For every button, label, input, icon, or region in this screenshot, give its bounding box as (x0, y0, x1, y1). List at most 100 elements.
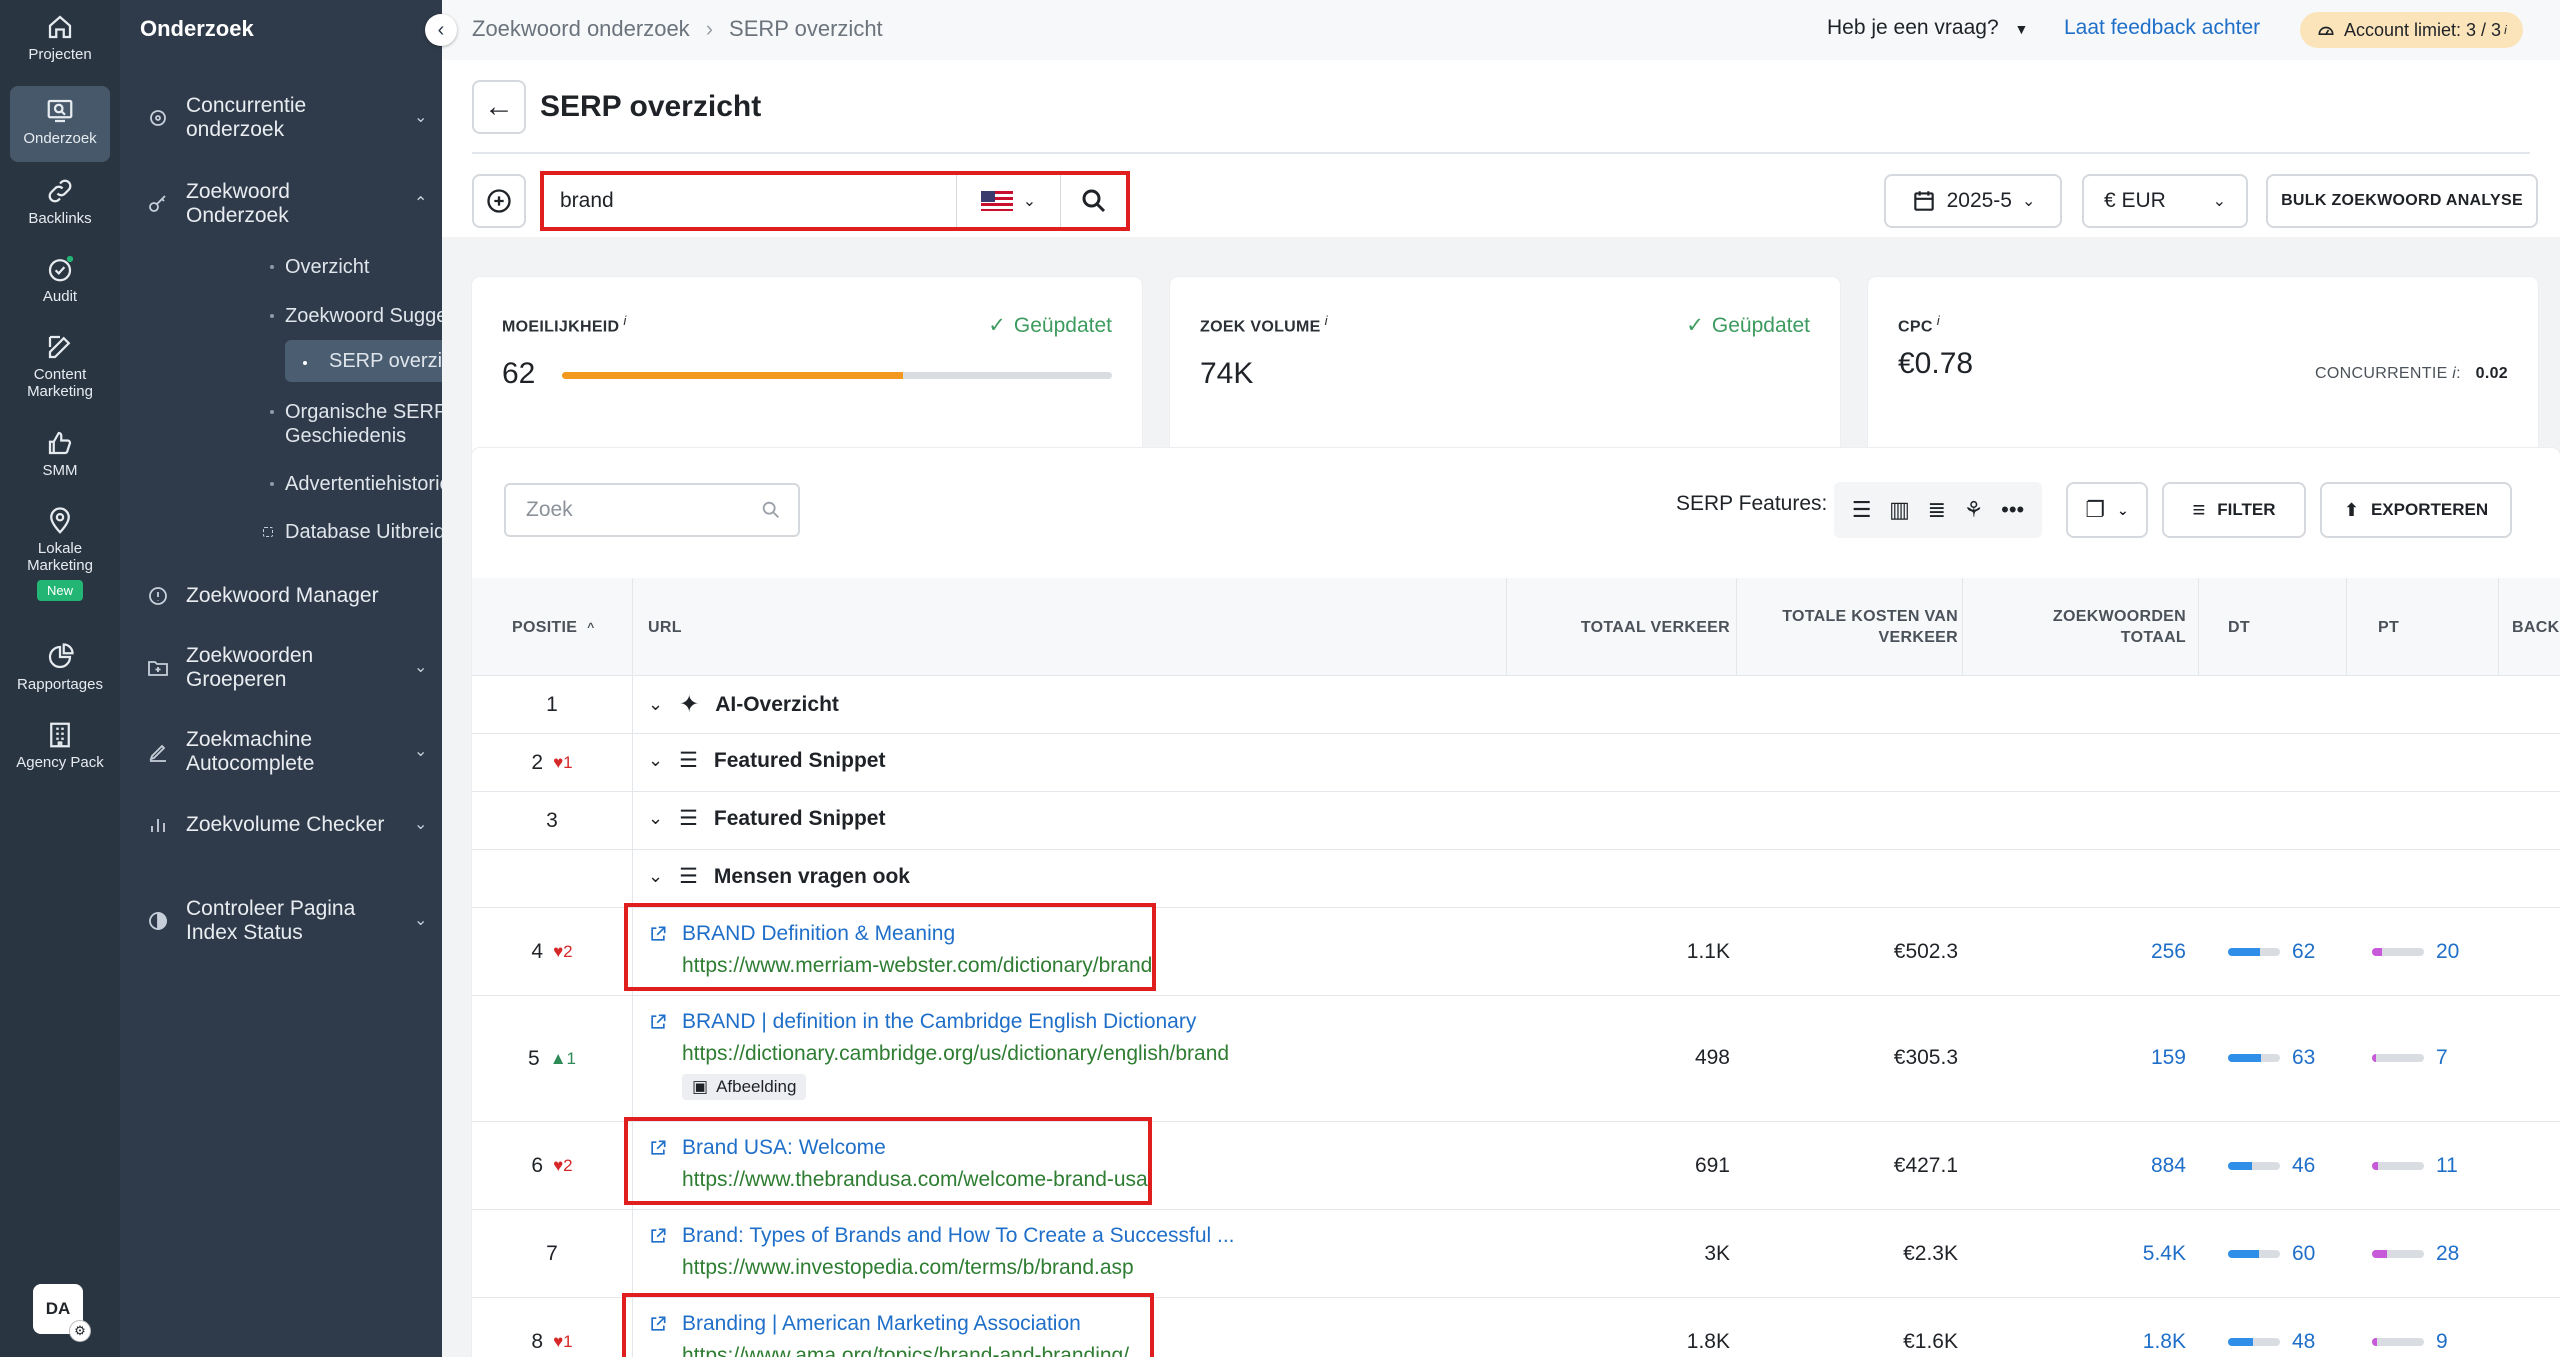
result-title[interactable]: Branding | American Marketing Associatio… (648, 1312, 1506, 1336)
feature-label: Featured Snippet (713, 748, 886, 772)
row-position: 4 (531, 940, 544, 963)
result-title[interactable]: Brand: Types of Brands and How To Create… (648, 1224, 1506, 1248)
back-button[interactable]: ← (472, 80, 526, 134)
copy-button[interactable]: ❐ ⌄ (2066, 482, 2148, 538)
result-url[interactable]: https://dictionary.cambridge.org/us/dict… (682, 1042, 1506, 1066)
list-icon: ☰ (679, 807, 698, 830)
sidebar-item-zoekwoord-manager[interactable]: Zoekwoord Manager (146, 584, 446, 608)
caret-down-icon: ▼ (2014, 21, 2029, 37)
keywords-value[interactable]: 5.4K (1992, 1242, 2186, 1266)
col-position[interactable]: POSITIE ^ (512, 578, 595, 676)
chevron-down-icon: ⌄ (2021, 193, 2036, 210)
result-title[interactable]: BRAND | definition in the Cambridge Engl… (648, 1010, 1506, 1034)
more-icon[interactable]: ••• (2001, 497, 2024, 523)
serp-features-icons: ☰ ▥ ≣ ⚘ ••• (1834, 482, 2042, 538)
sidebar-item-zoekvolume-checker[interactable]: Zoekvolume Checker ⌄ (146, 813, 446, 837)
help-dropdown[interactable]: Heb je een vraag? ▼ (1827, 16, 2028, 40)
export-button[interactable]: ⬆ EXPORTEREN (2320, 482, 2512, 538)
col-dt[interactable]: DT (2228, 578, 2250, 676)
upload-icon: ⬆ (2343, 499, 2359, 520)
difficulty-value: 62 (502, 357, 536, 390)
list-icon[interactable]: ☰ (1852, 497, 1872, 523)
rail-audit[interactable]: Audit (10, 254, 110, 316)
pt-metric[interactable]: 11 (2372, 1154, 2458, 1178)
rail-agency-pack[interactable]: Agency Pack (10, 720, 110, 794)
bulk-analysis-button[interactable]: BULK ZOEKWOORD ANALYSE (2266, 174, 2538, 228)
result-url[interactable]: https://www.investopedia.com/terms/b/bra… (682, 1256, 1506, 1280)
result-url[interactable]: https://www.ama.org/topics/brand-and-bra… (682, 1344, 1506, 1357)
add-keyword-button[interactable] (472, 174, 526, 228)
rail-label: SMM (42, 462, 78, 479)
date-select[interactable]: 2025-5 ⌄ (1884, 174, 2062, 228)
filter-button[interactable]: ≡ FILTER (2162, 482, 2306, 538)
rail-projecten[interactable]: Projecten (10, 12, 110, 74)
dt-metric[interactable]: 60 (2228, 1242, 2315, 1266)
keyword-search-input[interactable] (544, 175, 956, 227)
gauge-icon (149, 912, 167, 930)
feature-featured-snippet[interactable]: ⌄ ☰ Featured Snippet (648, 748, 885, 773)
pt-metric[interactable]: 9 (2372, 1330, 2448, 1354)
link-icon (48, 179, 72, 203)
table-row: 2 ♥1 ⌄ ☰ Featured Snippet (472, 734, 2560, 792)
sidebar-item-autocomplete[interactable]: Zoekmachine Autocomplete ⌄ (146, 728, 446, 776)
breadcrumb-item[interactable]: Zoekwoord onderzoek (472, 16, 690, 41)
pt-metric[interactable]: 7 (2372, 1046, 2448, 1070)
calendar-icon (1913, 191, 1934, 211)
feedback-link[interactable]: Laat feedback achter (2064, 16, 2260, 40)
keywords-value[interactable]: 884 (1992, 1154, 2186, 1178)
chevron-down-icon: ⌄ (648, 866, 664, 886)
home-icon (48, 15, 72, 39)
collapse-sidebar-button[interactable]: ‹ (425, 14, 457, 46)
sidebar-item-index-status[interactable]: Controleer Pagina Index Status ⌄ (146, 897, 446, 945)
sidebar-item-label: Zoekvolume Checker (186, 813, 385, 836)
currency-select[interactable]: € EUR ⌄ (2082, 174, 2248, 228)
col-pt[interactable]: PT (2378, 578, 2399, 676)
row-position: 3 (546, 809, 558, 832)
nodes-icon[interactable]: ⚘ (1964, 497, 1984, 523)
result-title[interactable]: Brand USA: Welcome (648, 1136, 1506, 1160)
pt-metric[interactable]: 20 (2372, 940, 2459, 964)
gear-icon[interactable]: ⚙ (69, 1320, 91, 1342)
account-limit-badge[interactable]: Account limiet: 3 / 3i (2300, 12, 2523, 48)
us-flag-icon (980, 191, 1013, 211)
carousel-icon[interactable]: ▥ (1889, 497, 1910, 523)
col-backlinks[interactable]: BACKL (2512, 578, 2560, 676)
feature-ai-overview[interactable]: ⌄ ✦ AI-Overzicht (648, 690, 839, 719)
country-select[interactable]: ⌄ (956, 175, 1060, 227)
col-cost[interactable]: TOTALE KOSTEN VAN VERKEER (1762, 578, 1958, 676)
pencil-icon (149, 744, 166, 762)
rail-backlinks[interactable]: Backlinks (10, 176, 110, 238)
feature-featured-snippet[interactable]: ⌄ ☰ Featured Snippet (648, 806, 885, 831)
keywords-value[interactable]: 1.8K (1992, 1330, 2186, 1354)
result-title[interactable]: BRAND Definition & Meaning (648, 922, 1506, 946)
cpc-card: CPC i €0.78 CONCURRENTIE i: 0.02 (1868, 277, 2538, 469)
rail-rapportages[interactable]: Rapportages (10, 642, 110, 704)
sidebar-item-label: Zoekwoord Manager (186, 584, 379, 607)
col-traffic[interactable]: TOTAAL VERKEER (1520, 578, 1730, 676)
pt-metric[interactable]: 28 (2372, 1242, 2459, 1266)
feature-people-also-ask[interactable]: ⌄ ☰ Mensen vragen ook (648, 864, 910, 889)
rail-lokale-marketing[interactable]: Lokale Marketing New (10, 506, 110, 616)
sidebar-child-label: Overzicht (285, 256, 370, 278)
divider (472, 152, 2530, 154)
sidebar-item-zoekwoord-onderzoek[interactable]: Zoekwoord Onderzoek ⌃ (146, 180, 446, 228)
result-url[interactable]: https://www.thebrandusa.com/welcome-bran… (682, 1168, 1506, 1192)
lines-icon[interactable]: ≣ (1928, 497, 1946, 523)
search-button[interactable] (1060, 175, 1126, 227)
dt-metric[interactable]: 46 (2228, 1154, 2315, 1178)
result-url[interactable]: https://www.merriam-webster.com/dictiona… (682, 954, 1506, 978)
keywords-value[interactable]: 256 (1992, 940, 2186, 964)
rail-content-marketing[interactable]: Content Marketing (10, 332, 110, 406)
table-search-input[interactable]: Zoek (504, 483, 800, 537)
rail-smm[interactable]: SMM (10, 428, 110, 490)
sidebar-item-zoekwoorden-groeperen[interactable]: Zoekwoorden Groeperen ⌄ (146, 644, 446, 692)
sidebar-item-concurrentie[interactable]: Concurrentie onderzoek ⌄ (146, 94, 446, 142)
keywords-value[interactable]: 159 (1992, 1046, 2186, 1070)
dt-metric[interactable]: 62 (2228, 940, 2315, 964)
avatar[interactable]: DA ⚙ (33, 1284, 91, 1342)
info-circle-icon (149, 587, 167, 605)
rail-onderzoek[interactable]: Onderzoek (10, 86, 110, 162)
dt-metric[interactable]: 48 (2228, 1330, 2315, 1354)
col-keywords[interactable]: ZOEKWOORDEN TOTAAL (1992, 578, 2186, 676)
dt-metric[interactable]: 63 (2228, 1046, 2315, 1070)
